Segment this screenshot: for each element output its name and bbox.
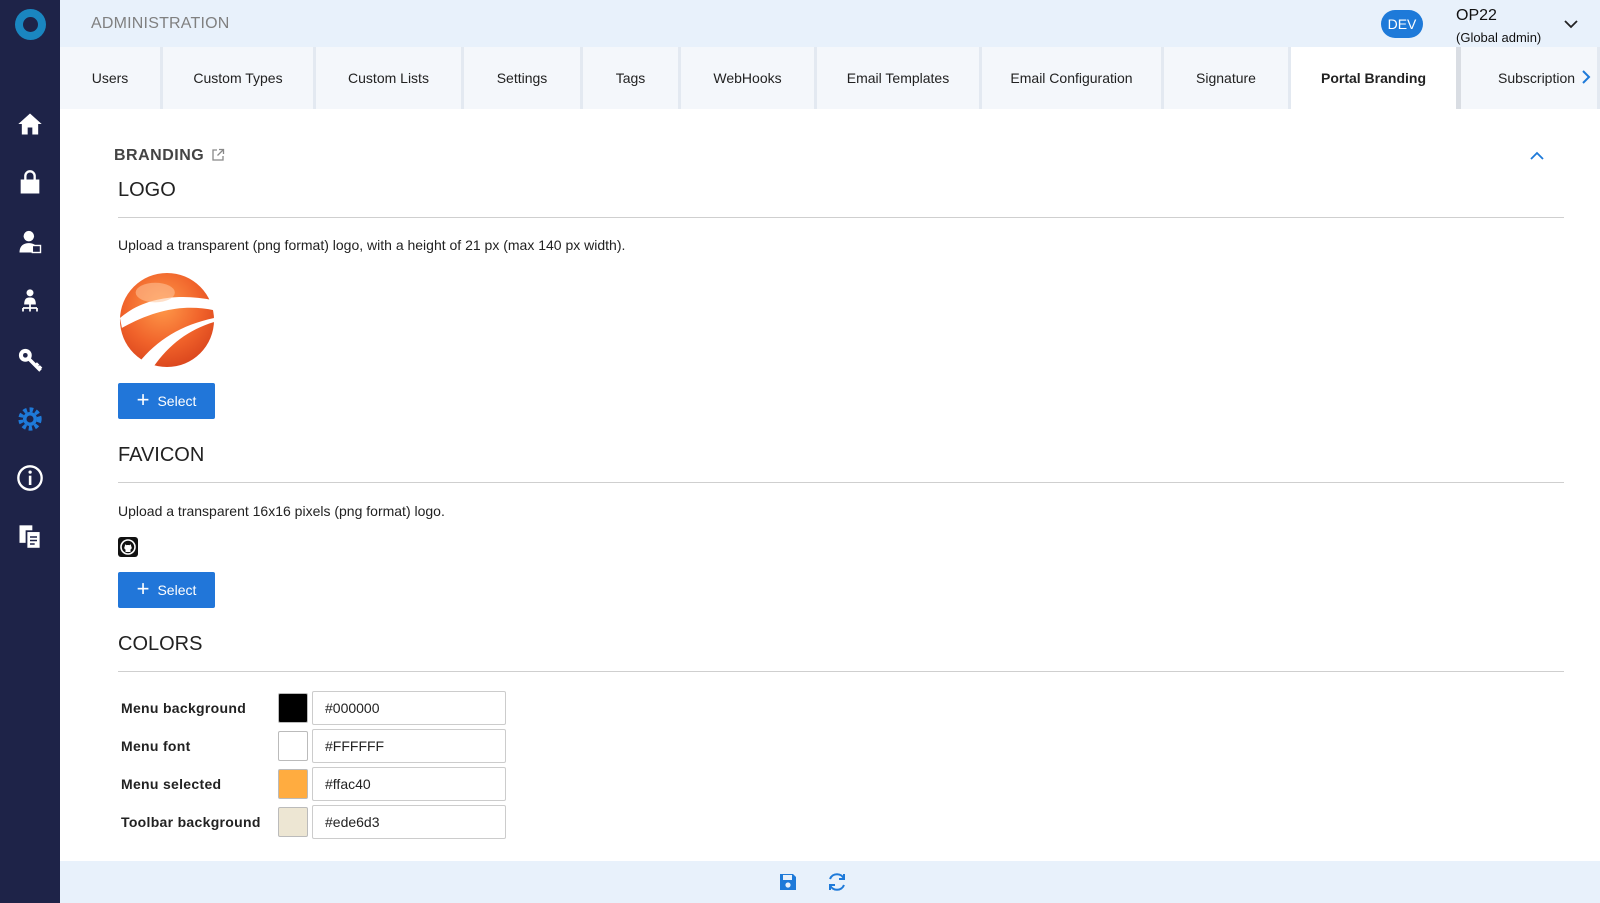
divider [118, 671, 1564, 672]
color-swatch[interactable] [278, 731, 308, 761]
favicon-description: Upload a transparent 16x16 pixels (png f… [118, 503, 445, 519]
logo-description: Upload a transparent (png format) logo, … [118, 237, 626, 253]
plus-icon: + [136, 387, 150, 412]
color-row-menu-font: Menu font [118, 729, 578, 763]
refresh-icon[interactable] [826, 871, 848, 893]
color-label: Menu selected [121, 776, 222, 792]
logo-section-title: LOGO [118, 179, 176, 201]
logo-select-label: Select [157, 393, 197, 409]
documents-icon[interactable] [14, 521, 46, 553]
app-root: ADMINISTRATION DEV OP22 (Global admin) U… [0, 0, 1600, 903]
chevron-down-icon[interactable] [1563, 16, 1579, 32]
color-row-toolbar-background: Toolbar background [118, 805, 578, 839]
divider [118, 482, 1564, 483]
tab-signature[interactable]: Signature [1164, 47, 1291, 109]
divider [118, 217, 1564, 218]
user-role: (Global admin) [1456, 30, 1542, 45]
shopping-bag-icon[interactable] [14, 167, 46, 199]
favicon-preview-image [118, 537, 138, 557]
color-swatch[interactable] [278, 769, 308, 799]
color-swatch[interactable] [278, 807, 308, 837]
favicon-section-title: FAVICON [118, 444, 205, 466]
color-value-input[interactable] [312, 691, 506, 725]
tab-webhooks[interactable]: WebHooks [681, 47, 817, 109]
action-footer [60, 861, 1600, 903]
user-icon[interactable] [14, 226, 46, 258]
info-icon[interactable] [14, 462, 46, 494]
color-label: Menu background [121, 700, 247, 716]
color-value-input[interactable] [312, 805, 506, 839]
tab-users[interactable]: Users [60, 47, 163, 109]
color-swatch[interactable] [278, 693, 308, 723]
top-header: ADMINISTRATION DEV OP22 (Global admin) [60, 0, 1600, 47]
color-row-menu-selected: Menu selected [118, 767, 578, 801]
tab-custom-types[interactable]: Custom Types [163, 47, 316, 109]
save-icon[interactable] [777, 871, 799, 893]
user-name[interactable]: OP22 [1456, 7, 1497, 25]
favicon-select-label: Select [157, 582, 197, 598]
admin-tabs: Users Custom Types Custom Lists Settings… [60, 47, 1600, 109]
gear-icon[interactable] [14, 403, 46, 435]
sidebar [0, 0, 60, 903]
branding-heading: BRANDING [114, 147, 205, 164]
plus-icon: + [136, 576, 150, 601]
tab-portal-branding[interactable]: Portal Branding [1291, 47, 1461, 109]
app-logo[interactable] [15, 9, 46, 40]
tab-email-configuration[interactable]: Email Configuration [982, 47, 1164, 109]
favicon-select-button[interactable]: + Select [118, 572, 215, 608]
home-icon[interactable] [14, 108, 46, 140]
chevron-up-icon[interactable] [1528, 147, 1546, 165]
chevron-right-icon[interactable] [1576, 67, 1596, 87]
color-value-input[interactable] [312, 767, 506, 801]
color-label: Menu font [121, 738, 191, 754]
github-icon [120, 539, 136, 555]
logo-select-button[interactable]: + Select [118, 383, 215, 419]
org-chart-icon[interactable] [14, 285, 46, 317]
colors-section-title: COLORS [118, 633, 203, 655]
environment-badge: DEV [1381, 10, 1423, 38]
page-title: ADMINISTRATION [91, 15, 230, 32]
tab-settings[interactable]: Settings [464, 47, 583, 109]
color-label: Toolbar background [121, 814, 261, 830]
color-row-menu-background: Menu background [118, 691, 578, 725]
tab-email-templates[interactable]: Email Templates [817, 47, 982, 109]
color-value-input[interactable] [312, 729, 506, 763]
tab-tags[interactable]: Tags [583, 47, 681, 109]
logo-preview-image [119, 272, 215, 368]
tab-custom-lists[interactable]: Custom Lists [316, 47, 464, 109]
key-icon[interactable] [14, 344, 46, 376]
branding-content: BRANDING LOGO Upload a transparent (png … [60, 109, 1600, 861]
external-link-icon[interactable] [211, 148, 225, 162]
